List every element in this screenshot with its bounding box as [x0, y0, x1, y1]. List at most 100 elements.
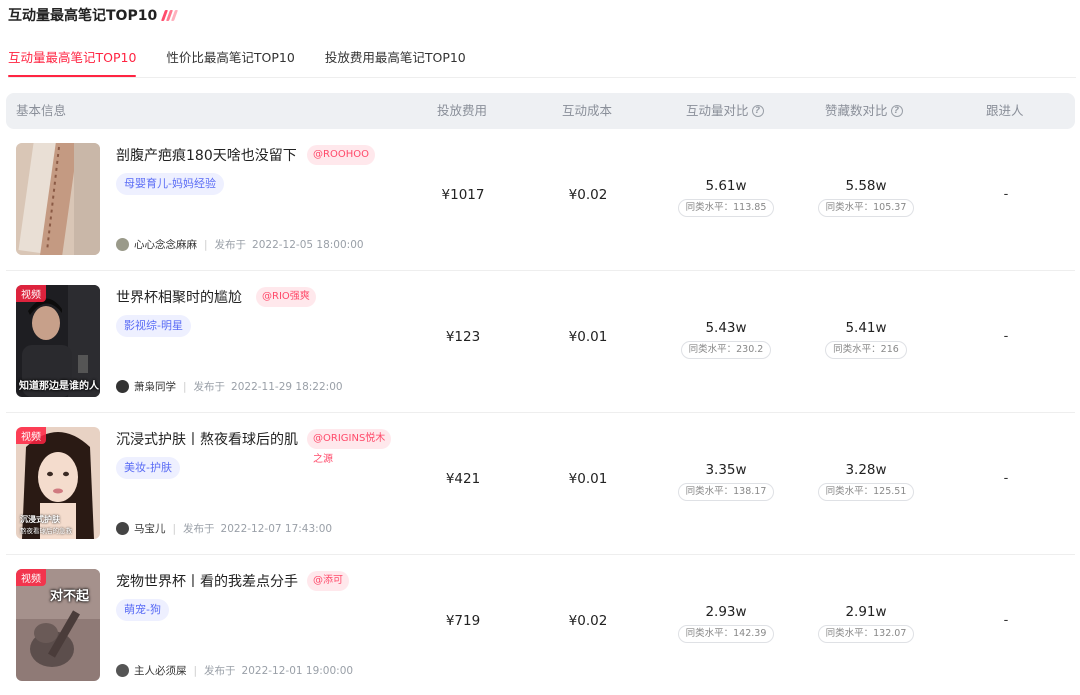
- note-title[interactable]: 沉浸式护肤丨熬夜看球后的肌: [116, 431, 304, 449]
- brand-tag-text-line2: 之源: [313, 454, 333, 465]
- follower-value: -: [1003, 471, 1009, 486]
- interaction-cost-value: ¥0.01: [568, 329, 608, 345]
- interaction-avg-badge: 同类水平：142.39: [677, 625, 775, 643]
- follower-value: -: [1003, 613, 1009, 628]
- video-badge: 视频: [16, 427, 46, 444]
- col-follower: 跟进人: [986, 103, 1024, 118]
- category-tag: 美妆-护肤: [116, 457, 180, 479]
- likes-value: 2.91w: [845, 604, 887, 620]
- author-name[interactable]: 萧枭同学: [134, 379, 176, 394]
- likes-metric: 5.41w 同类水平：216: [796, 319, 936, 359]
- slash-decoration-icon: [161, 9, 179, 21]
- table-row[interactable]: 剖腹产疤痕180天啥也没留下 @ROOHOO 母婴育儿-妈妈经验 心心念念麻麻 …: [6, 129, 1075, 271]
- publish-time: 2022-11-29 18:22:00: [231, 380, 343, 393]
- brand-tag[interactable]: @RIO强爽: [256, 287, 316, 307]
- table-row[interactable]: 视频 知道那边是谁的人 世界杯相聚时的尴尬 @RIO强爽 影视综-明星 萧枭同学…: [6, 271, 1075, 413]
- col-interaction-compare-label: 互动量对比: [686, 103, 749, 118]
- likes-value: 3.28w: [845, 462, 887, 478]
- interaction-value: 3.35w: [705, 462, 747, 478]
- interaction-cost-value: ¥0.02: [568, 187, 608, 203]
- avatar[interactable]: [116, 664, 129, 677]
- likes-value: 5.58w: [845, 178, 887, 194]
- category-tag: 萌宠-狗: [116, 599, 169, 621]
- author-info: 心心念念麻麻 | 发布于 2022-12-05 18:00:00: [116, 237, 364, 252]
- interaction-avg-badge: 同类水平：113.85: [677, 199, 775, 217]
- author-name[interactable]: 心心念念麻麻: [134, 237, 197, 252]
- brand-tag[interactable]: @ROOHOO: [307, 145, 375, 165]
- thumbnail-subcaption: 熬夜看球后的急救: [20, 527, 72, 535]
- brand-tag[interactable]: @ORIGINS悦木 之源: [307, 429, 397, 471]
- likes-avg-badge: 同类水平：125.51: [817, 483, 915, 501]
- avatar[interactable]: [116, 380, 129, 393]
- likes-metric: 2.91w 同类水平：132.07: [796, 603, 936, 643]
- divider: |: [183, 380, 187, 393]
- interaction-cost-value: ¥0.02: [568, 613, 608, 629]
- help-icon[interactable]: ?: [751, 105, 764, 117]
- author-info: 萧枭同学 | 发布于 2022-11-29 18:22:00: [116, 379, 343, 394]
- interaction-metric: 2.93w 同类水平：142.39: [656, 603, 796, 643]
- note-title[interactable]: 剖腹产疤痕180天啥也没留下: [116, 147, 304, 165]
- page-title-text: 互动量最高笔记TOP10: [8, 8, 158, 24]
- publish-label: 发布于: [214, 239, 247, 251]
- interaction-avg-badge: 同类水平：230.2: [680, 341, 772, 359]
- help-icon[interactable]: ?: [890, 105, 903, 117]
- col-likes-compare-label: 赞藏数对比: [825, 103, 888, 118]
- note-thumbnail[interactable]: 视频 知道那边是谁的人: [16, 285, 100, 397]
- col-cost: 投放费用: [437, 103, 488, 118]
- brand-tag[interactable]: @添可: [307, 571, 349, 591]
- interaction-avg-badge: 同类水平：138.17: [677, 483, 775, 501]
- author-name[interactable]: 马宝儿: [134, 521, 166, 536]
- tab-bar: 互动量最高笔记TOP10 性价比最高笔记TOP10 投放费用最高笔记TOP10: [8, 44, 496, 78]
- table-header: 基本信息 投放费用 互动成本 互动量对比 ? 赞藏数对比 ? 跟进人: [6, 93, 1075, 129]
- publish-label: 发布于: [183, 523, 215, 535]
- likes-metric: 5.58w 同类水平：105.37: [796, 177, 936, 217]
- tab-top-cost[interactable]: 投放费用最高笔记TOP10: [325, 44, 466, 77]
- interaction-value: 2.93w: [705, 604, 747, 620]
- category-tag: 影视综-明星: [116, 315, 191, 337]
- avatar[interactable]: [116, 238, 129, 251]
- publish-time: 2022-12-05 18:00:00: [252, 238, 364, 251]
- likes-metric: 3.28w 同类水平：125.51: [796, 461, 936, 501]
- col-interaction-compare: 互动量对比 ?: [686, 93, 764, 129]
- avatar[interactable]: [116, 522, 129, 535]
- divider: |: [204, 238, 208, 251]
- thumbnail-caption: 对不起: [50, 589, 90, 604]
- col-interaction-cost: 互动成本: [562, 103, 613, 118]
- note-thumbnail[interactable]: [16, 143, 100, 255]
- tab-top-interaction[interactable]: 互动量最高笔记TOP10: [8, 44, 137, 77]
- category-tag: 母婴育儿-妈妈经验: [116, 173, 224, 195]
- col-likes-compare: 赞藏数对比 ?: [825, 93, 903, 129]
- interaction-metric: 5.43w 同类水平：230.2: [656, 319, 796, 359]
- thumbnail-caption: 沉浸式护肤: [20, 515, 60, 524]
- cost-value: ¥1017: [441, 187, 485, 203]
- table-row[interactable]: 视频 对不起 宠物世界杯丨看的我差点分手 @添可 萌宠-狗 主人必须屎 | 发布…: [6, 555, 1075, 695]
- interaction-cost-value: ¥0.01: [568, 471, 608, 487]
- publish-label: 发布于: [193, 381, 226, 393]
- author-info: 主人必须屎 | 发布于 2022-12-01 19:00:00: [116, 663, 353, 678]
- page-title: 互动量最高笔记TOP10: [8, 5, 179, 25]
- brand-tag-text: @ORIGINS悦木: [307, 429, 392, 449]
- table-row[interactable]: 视频 沉浸式护肤 熬夜看球后的急救 沉浸式护肤丨熬夜看球后的肌 @ORIGINS…: [6, 413, 1075, 555]
- thumbnail-caption: 知道那边是谁的人: [19, 381, 99, 392]
- author-info: 马宝儿 | 发布于 2022-12-07 17:43:00: [116, 521, 332, 536]
- interaction-metric: 3.35w 同类水平：138.17: [656, 461, 796, 501]
- interaction-value: 5.61w: [705, 178, 747, 194]
- follower-value: -: [1003, 329, 1009, 344]
- likes-avg-badge: 同类水平：216: [825, 341, 907, 359]
- likes-avg-badge: 同类水平：132.07: [817, 625, 915, 643]
- interaction-value: 5.43w: [705, 320, 747, 336]
- note-thumbnail[interactable]: 视频 沉浸式护肤 熬夜看球后的急救: [16, 427, 100, 539]
- video-badge: 视频: [16, 569, 46, 586]
- note-title[interactable]: 宠物世界杯丨看的我差点分手: [116, 573, 304, 591]
- cost-value: ¥123: [445, 329, 481, 345]
- likes-avg-badge: 同类水平：105.37: [817, 199, 915, 217]
- note-thumbnail[interactable]: 视频 对不起: [16, 569, 100, 681]
- cost-value: ¥421: [445, 471, 481, 487]
- tab-divider: [8, 77, 1076, 78]
- video-badge: 视频: [16, 285, 46, 302]
- author-name[interactable]: 主人必须屎: [134, 663, 187, 678]
- interaction-metric: 5.61w 同类水平：113.85: [656, 177, 796, 217]
- likes-value: 5.41w: [845, 320, 887, 336]
- divider: |: [193, 664, 198, 677]
- tab-top-value[interactable]: 性价比最高笔记TOP10: [166, 44, 294, 77]
